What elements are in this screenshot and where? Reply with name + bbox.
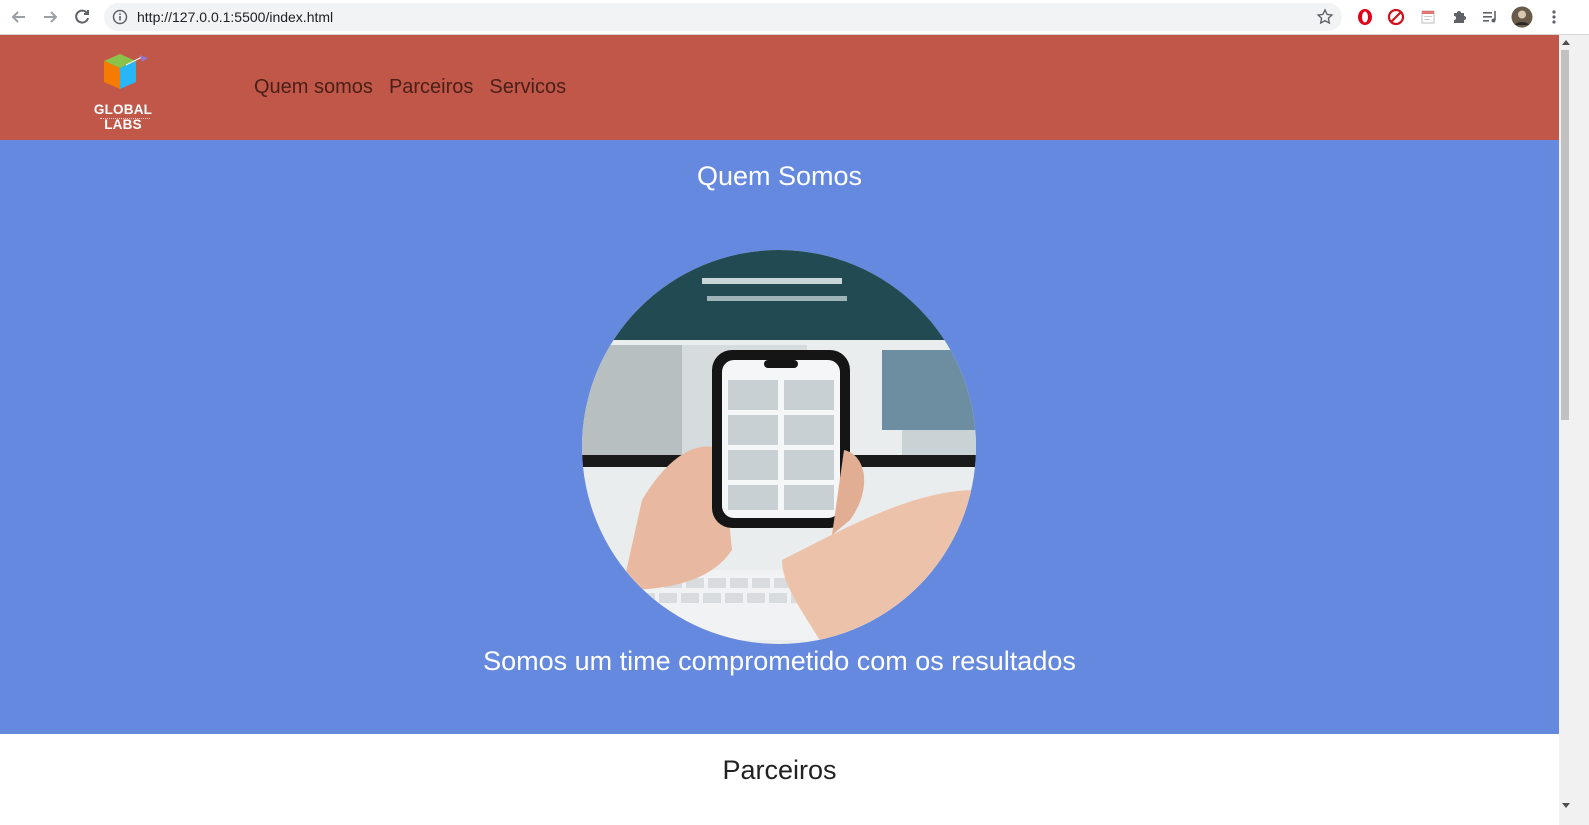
scroll-up-icon[interactable] [1562,40,1570,45]
arrow-right-icon[interactable] [39,6,61,28]
address-bar[interactable]: http://127.0.0.1:5500/index.html [104,3,1342,31]
section-title-quem-somos: Quem Somos [696,161,863,191]
scrollbar-thumb[interactable] [1561,50,1569,420]
info-icon[interactable] [112,9,128,25]
logo-subtext [100,118,150,120]
browser-toolbar: http://127.0.0.1:5500/index.html [0,0,1589,35]
nav-link-quem-somos[interactable]: Quem somos [254,75,373,99]
logo-cube-icon [104,54,148,89]
hero-image [582,250,976,644]
section-quem-somos: Quem Somos Somos um time comprometido co… [0,140,1559,734]
puzzle-icon[interactable] [1448,6,1470,28]
logo-text: GLOBAL LABS [93,102,153,132]
block-icon[interactable] [1385,6,1407,28]
nav-link-servicos[interactable]: Servicos [489,75,566,99]
section-subtitle: Somos um time comprometido com os result… [483,646,1076,676]
opera-icon[interactable] [1354,6,1376,28]
menu-icon[interactable] [1543,6,1565,28]
section-title-parceiros: Parceiros [722,755,837,785]
star-icon[interactable] [1316,8,1334,26]
calendar-icon[interactable] [1417,6,1439,28]
section-parceiros: Parceiros [0,734,1559,825]
media-queue-icon[interactable] [1479,6,1501,28]
url-text[interactable]: http://127.0.0.1:5500/index.html [137,9,333,25]
logo[interactable]: GLOBAL LABS [78,51,168,132]
main-nav: Quem somos Parceiros Servicos [254,75,566,99]
page-viewport: GLOBAL LABS Quem somos Parceiros Servico… [0,35,1559,825]
arrow-left-icon[interactable] [8,6,30,28]
scroll-down-icon[interactable] [1562,803,1570,808]
nav-link-parceiros[interactable]: Parceiros [389,75,473,99]
site-header: GLOBAL LABS Quem somos Parceiros Servico… [0,35,1559,140]
reload-icon[interactable] [71,6,93,28]
avatar[interactable] [1511,6,1533,28]
